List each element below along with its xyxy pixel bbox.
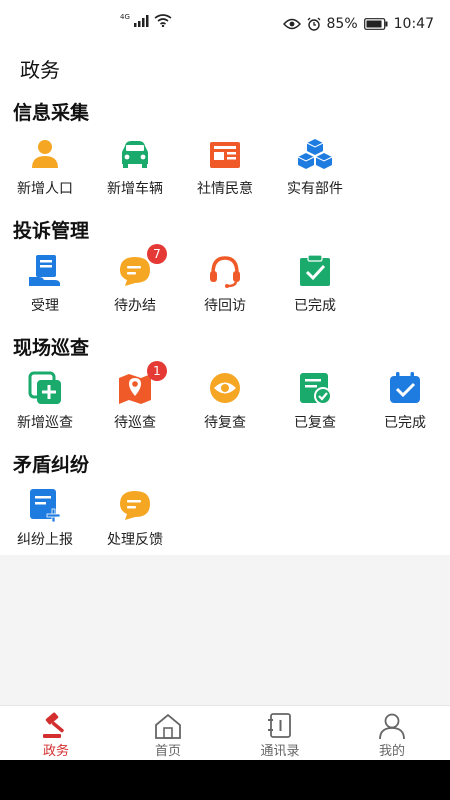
signal-icon <box>133 14 149 27</box>
bottom-tab-bar: 政务 首页 通讯录 我的 <box>0 705 450 760</box>
wifi-icon <box>154 14 172 27</box>
user-icon <box>379 713 405 740</box>
section-title-disputes: 矛盾纠纷 <box>13 454 90 476</box>
menu-item-feedback[interactable]: 处理反馈 <box>90 487 180 562</box>
section-title-patrol: 现场巡查 <box>13 337 90 359</box>
menu-item-label: 社情民意 <box>197 181 253 197</box>
menu-item-reviewed[interactable]: 已复查 <box>270 370 360 445</box>
accept-icon <box>29 255 60 286</box>
status-right: 85% 10:47 <box>282 16 434 32</box>
status-left: 4G <box>120 12 172 27</box>
section-title-complaints: 投诉管理 <box>13 220 90 242</box>
menu-item-public-opinion[interactable]: 社情民意 <box>180 136 270 211</box>
cubes-icon <box>297 139 333 169</box>
menu-item-add-patrol[interactable]: 新增巡查 <box>0 370 90 445</box>
system-nav-bar <box>0 760 450 800</box>
menu-item-pending-callback[interactable]: 待回访 <box>180 253 270 328</box>
tab-mine[interactable]: 我的 <box>336 706 448 761</box>
tab-label: 通讯录 <box>260 744 300 759</box>
menu-item-label: 已完成 <box>384 415 426 431</box>
alarm-icon <box>307 17 320 31</box>
menu-item-label: 待办结 <box>114 298 156 314</box>
menu-item-label: 待回访 <box>204 298 246 314</box>
notification-badge: 7 <box>147 244 167 264</box>
menu-item-pending-patrol[interactable]: 1 待巡查 <box>90 361 180 445</box>
menu-item-add-vehicle[interactable]: 新增车辆 <box>90 136 180 211</box>
menu-item-add-person[interactable]: 新增人口 <box>0 136 90 211</box>
car-icon <box>122 141 148 168</box>
menu-item-accept[interactable]: 受理 <box>0 253 90 328</box>
tab-label: 政务 <box>42 744 69 759</box>
tab-government[interactable]: 政务 <box>0 706 112 761</box>
battery-icon <box>363 18 388 30</box>
menu-item-label: 受理 <box>31 298 59 314</box>
menu-item-label: 新增巡查 <box>17 415 73 431</box>
menu-item-patrol-completed[interactable]: 已完成 <box>360 370 450 445</box>
newspaper-icon <box>210 142 240 168</box>
calendar-check-icon <box>390 372 420 403</box>
notification-badge: 1 <box>147 361 167 381</box>
home-icon <box>155 713 181 739</box>
clock-time: 10:47 <box>393 16 434 32</box>
status-bar: 4G 85% 10:47 <box>0 0 450 44</box>
menu-item-label: 已复查 <box>294 415 336 431</box>
tab-contacts[interactable]: 通讯录 <box>224 706 336 761</box>
menu-item-pending-close[interactable]: 7 待办结 <box>90 244 180 328</box>
person-icon <box>32 140 58 168</box>
checklist-icon <box>300 373 332 405</box>
signal-label: 4G <box>120 12 130 21</box>
tab-home[interactable]: 首页 <box>112 706 224 761</box>
app-root: 4G 85% 10:47 政务 信息采集 新增人口 新增车辆 社情民意 实有部件… <box>0 0 450 800</box>
headset-icon <box>210 256 240 288</box>
grid-patrol: 新增巡查 1 待巡查 待复查 已复查 已完成 <box>0 361 450 445</box>
menu-item-label: 待复查 <box>204 415 246 431</box>
menu-item-label: 实有部件 <box>287 181 343 197</box>
feedback-icon <box>120 491 150 520</box>
menu-item-complaint-completed[interactable]: 已完成 <box>270 253 360 328</box>
battery-percent: 85% <box>326 16 358 32</box>
add-patrol-icon <box>28 371 61 404</box>
grid-complaints: 受理 7 待办结 待回访 已完成 <box>0 244 450 328</box>
gavel-icon <box>43 712 64 738</box>
tab-label: 我的 <box>378 744 405 759</box>
menu-item-label: 新增车辆 <box>107 181 163 197</box>
menu-item-dispute-report[interactable]: 纠纷上报 <box>0 487 90 562</box>
menu-item-pending-review[interactable]: 待复查 <box>180 370 270 445</box>
eye-icon <box>282 18 301 30</box>
menu-item-label: 纠纷上报 <box>17 532 73 548</box>
menu-item-components[interactable]: 实有部件 <box>270 136 360 211</box>
clipboard-check-icon <box>300 254 330 286</box>
grid-info-collection: 新增人口 新增车辆 社情民意 实有部件 <box>0 136 450 211</box>
tab-label: 首页 <box>154 744 181 759</box>
section-title-info-collection: 信息采集 <box>13 102 90 124</box>
menu-item-label: 待巡查 <box>114 415 156 431</box>
grid-disputes: 纠纷上报 处理反馈 <box>0 487 450 562</box>
contacts-icon <box>268 713 291 738</box>
eye-review-icon <box>210 373 240 403</box>
menu-item-label: 处理反馈 <box>107 532 163 548</box>
main-content: 信息采集 新增人口 新增车辆 社情民意 实有部件 投诉管理 受理 7 待办结 待… <box>0 90 450 555</box>
menu-item-label: 新增人口 <box>17 181 73 197</box>
page-title: 政务 <box>20 58 60 82</box>
menu-item-label: 已完成 <box>294 298 336 314</box>
page-header: 政务 <box>0 44 450 90</box>
report-add-icon <box>30 489 61 523</box>
